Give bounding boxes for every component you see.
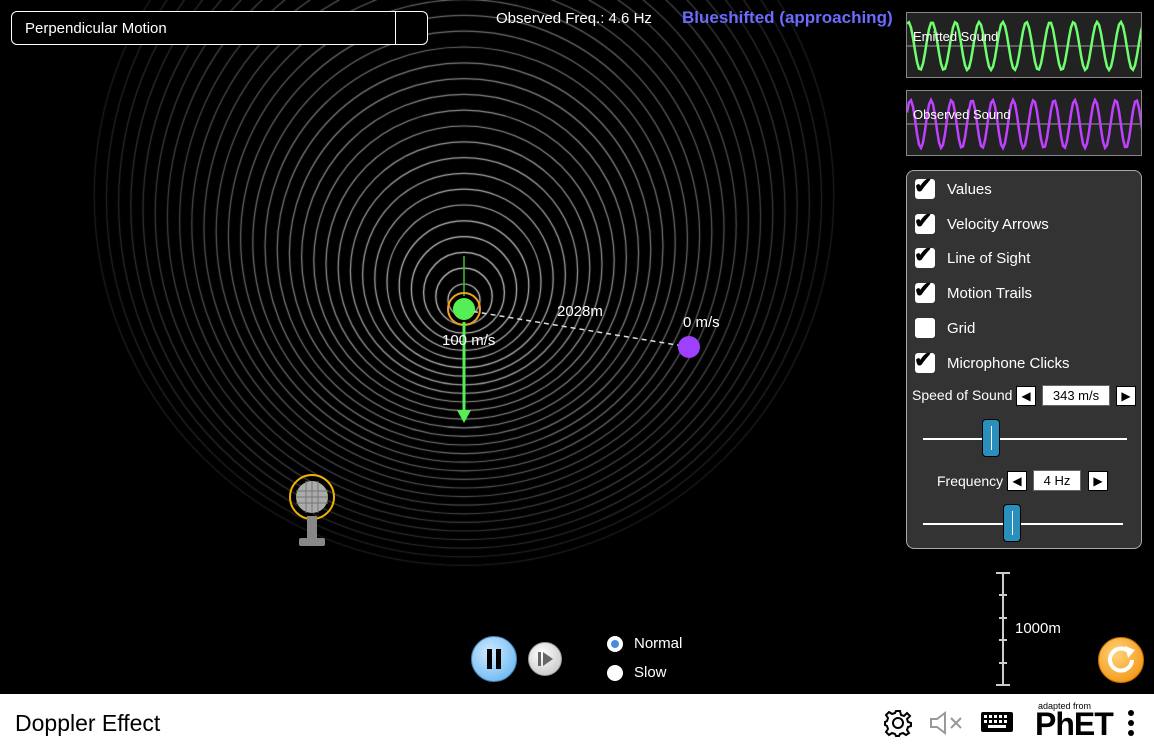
speed-of-sound-label: Speed of Sound [912,387,1013,403]
gear-icon[interactable] [884,709,912,737]
frequency-increment-button[interactable]: ▶ [1088,471,1108,491]
checkbox-label: Grid [947,319,976,337]
grid-checkbox[interactable]: Grid [915,316,975,340]
checkbox-label: Motion Trails [947,284,1033,302]
shift-status-label: Blueshifted (approaching) [682,8,893,27]
step-forward-icon [538,652,553,666]
radio-label: Slow [634,664,667,681]
reset-icon [1108,646,1135,673]
checkbox-label: Microphone Clicks [947,354,1070,372]
checkbox-box: ✔ [914,209,935,234]
normal-speed-radio[interactable]: Normal [607,635,682,652]
navigation-bar: Doppler Effect adapted from PhET [0,694,1154,753]
controls-panel: ✔ Values ✔ Velocity Arrows ✔ Line of Sig… [906,170,1142,549]
frequency-decrement-button[interactable]: ◀ [1007,471,1027,491]
radio-label: Normal [634,635,683,652]
scale-bar [996,572,1010,686]
speed-of-sound-value: 343 m/s [1042,385,1110,406]
slow-speed-radio[interactable]: Slow [607,664,667,681]
observer-speed-label: 0 m/s [683,314,720,331]
observed-sound-label: Observed Sound [913,107,1011,122]
frequency-value: 4 Hz [1033,470,1081,491]
checkbox-box [915,318,935,338]
checkmark-icon: ✔ [914,277,933,302]
velocity-arrowhead [457,410,471,423]
sound-muted-icon[interactable] [928,710,966,736]
dropdown-divider [395,12,396,44]
step-forward-button[interactable] [528,642,562,676]
checkmark-icon: ✔ [914,208,933,233]
motion-trails-checkbox[interactable]: ✔ Motion Trails [914,278,1033,305]
scenario-dropdown[interactable]: Perpendicular Motion [11,11,428,45]
checkmark-icon: ✔ [914,242,933,267]
radio-circle [607,635,623,652]
checkbox-label: Velocity Arrows [947,215,1049,233]
source-speed-label: 100 m/s [442,332,495,349]
speed-slider-thumb[interactable] [982,419,1000,457]
simulation-area: 2028m 100 m/s 0 m/s Perpendicular Motion… [0,0,1154,694]
scale-bar-label: 1000m [1015,620,1061,637]
phet-logo[interactable]: PhET [1035,706,1114,743]
emitted-sound-label: Emitted Sound [913,29,999,44]
distance-label: 2028m [557,303,603,320]
frequency-slider-track[interactable] [923,523,1123,525]
checkbox-label: Line of Sight [947,249,1031,267]
checkbox-box: ✔ [914,278,935,303]
observer[interactable] [678,336,700,358]
velocity-arrows-checkbox[interactable]: ✔ Velocity Arrows [914,209,1049,236]
frequency-slider-thumb[interactable] [1003,504,1021,542]
sim-title: Doppler Effect [15,710,161,736]
speed-slider-track[interactable] [923,438,1127,440]
radio-circle [607,664,623,681]
checkbox-box: ✔ [914,174,935,199]
microphone-icon[interactable] [289,474,335,546]
speed-increment-button[interactable]: ▶ [1116,386,1136,406]
sound-source[interactable] [453,298,475,320]
pause-button[interactable] [471,636,517,682]
checkmark-icon: ✔ [914,173,933,198]
frequency-label: Frequency [937,473,1004,489]
pause-icon [487,649,501,669]
emitted-sound-panel: Emitted Sound [906,12,1142,78]
reset-all-button[interactable] [1098,637,1144,683]
checkmark-icon: ✔ [914,347,933,372]
checkbox-box: ✔ [914,243,935,268]
microphone-clicks-checkbox[interactable]: ✔ Microphone Clicks [914,348,1070,375]
scenario-selected-label: Perpendicular Motion [25,20,167,37]
checkbox-box: ✔ [914,348,935,373]
values-checkbox[interactable]: ✔ Values [914,174,992,201]
keyboard-icon[interactable] [980,709,1014,735]
checkbox-label: Values [947,180,992,198]
observed-frequency-readout: Observed Freq.: 4.6 Hz [496,10,652,27]
line-of-sight-checkbox[interactable]: ✔ Line of Sight [914,243,1031,270]
kebab-menu-icon[interactable] [1125,708,1137,740]
observed-sound-panel: Observed Sound [906,90,1142,156]
speed-decrement-button[interactable]: ◀ [1016,386,1036,406]
